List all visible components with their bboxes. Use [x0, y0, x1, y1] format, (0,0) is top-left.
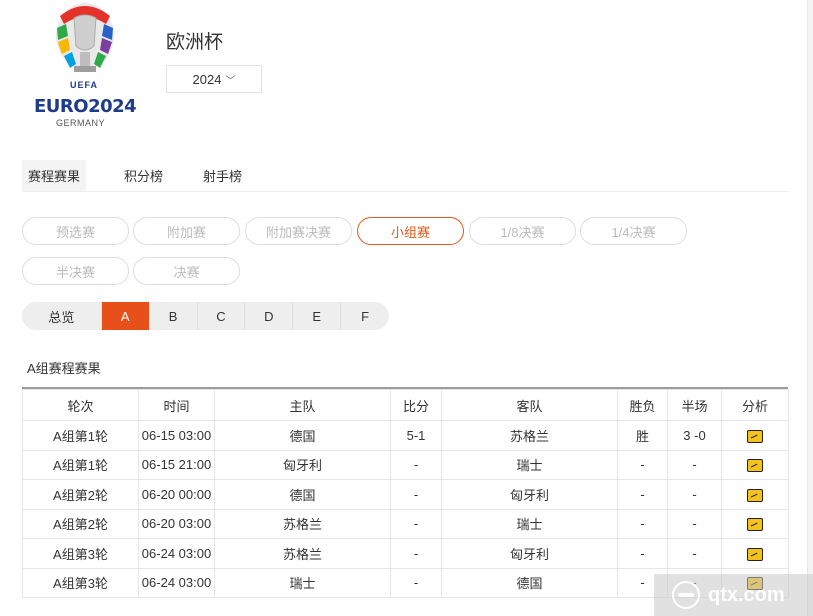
table-row: A组第3轮 06-24 03:00 苏格兰 - 匈牙利 - - [22, 538, 789, 569]
chevron-down-icon: ﹀ [225, 75, 236, 87]
home-team-cell[interactable]: 苏格兰 [214, 508, 391, 539]
section-title: A组赛程赛果 [27, 361, 101, 376]
score-cell: - [390, 479, 442, 510]
home-team-cell[interactable]: 匈牙利 [214, 449, 391, 480]
home-team-cell[interactable]: 苏格兰 [214, 538, 391, 569]
col-half-header: 半场 [667, 389, 722, 421]
round-cell: A组第1轮 [22, 449, 139, 480]
trophy-icon [56, 3, 114, 72]
score-cell: - [390, 538, 442, 569]
analysis-cell [721, 508, 789, 539]
euro-text: EURO2024 [34, 96, 137, 117]
stage-playoff-final-button[interactable]: 附加赛决赛 [245, 217, 352, 245]
table-row: A组第1轮 06-15 21:00 匈牙利 - 瑞士 - - [22, 449, 789, 480]
group-c-tab[interactable]: C [198, 302, 246, 330]
halftime-cell: - [667, 508, 722, 539]
table-header-row: 轮次 时间 主队 比分 客队 胜负 半场 分析 [22, 389, 789, 421]
col-round-header: 轮次 [22, 389, 139, 421]
halftime-cell: 3 -0 [667, 420, 722, 451]
season-value: 2024 [192, 71, 222, 87]
stage-playoffs-button[interactable]: 附加赛 [133, 217, 240, 245]
halftime-cell: - [667, 538, 722, 569]
analysis-cell [721, 420, 789, 451]
away-team-cell[interactable]: 瑞士 [441, 449, 618, 480]
time-cell: 06-24 03:00 [138, 538, 215, 569]
group-f-tab[interactable]: F [341, 302, 389, 330]
group-selector: 总览 A B C D E F [22, 302, 389, 330]
score-cell: - [390, 449, 442, 480]
result-cell: - [617, 508, 668, 539]
result-cell: - [617, 449, 668, 480]
time-cell: 06-20 03:00 [138, 508, 215, 539]
competition-title: 欧洲杯 [166, 32, 224, 53]
result-cell: 胜 [617, 420, 668, 451]
schedule-table: 轮次 时间 主队 比分 客队 胜负 半场 分析 A组第1轮 06-15 03:0… [22, 387, 789, 598]
analysis-chart-icon[interactable] [747, 518, 763, 532]
result-cell: - [617, 538, 668, 569]
analysis-cell [721, 479, 789, 510]
table-row: A组第2轮 06-20 03:00 苏格兰 - 瑞士 - - [22, 508, 789, 539]
col-result-header: 胜负 [617, 389, 668, 421]
analysis-chart-icon[interactable] [747, 488, 763, 502]
round-cell: A组第3轮 [22, 538, 139, 569]
away-team-cell[interactable]: 匈牙利 [441, 538, 618, 569]
col-home-header: 主队 [214, 389, 391, 421]
analysis-cell [721, 449, 789, 480]
group-e-tab[interactable]: E [293, 302, 342, 330]
time-cell: 06-15 21:00 [138, 449, 215, 480]
col-time-header: 时间 [138, 389, 215, 421]
group-b-tab[interactable]: B [150, 302, 198, 330]
time-cell: 06-20 00:00 [138, 479, 215, 510]
stage-group-button[interactable]: 小组赛 [357, 217, 464, 245]
col-analysis-header: 分析 [721, 389, 789, 421]
round-cell: A组第1轮 [22, 420, 139, 451]
tab-schedule-results[interactable]: 赛程赛果 [22, 160, 87, 191]
home-team-cell[interactable]: 德国 [214, 479, 391, 510]
tab-top-scorers[interactable]: 射手榜 [193, 160, 252, 191]
col-score-header: 比分 [390, 389, 442, 421]
result-cell: - [617, 479, 668, 510]
round-cell: A组第2轮 [22, 479, 139, 510]
score-cell: - [390, 567, 442, 598]
stage-round-of-16-button[interactable]: 1/8决赛 [469, 217, 576, 245]
halftime-cell: - [667, 479, 722, 510]
table-row: A组第1轮 06-15 03:00 德国 5-1 苏格兰 胜 3 -0 [22, 420, 789, 451]
germany-text: GERMANY [56, 118, 106, 128]
round-cell: A组第2轮 [22, 508, 139, 539]
watermark-text: qtx.com [708, 583, 785, 606]
group-d-tab[interactable]: D [245, 302, 294, 330]
home-team-cell[interactable]: 瑞士 [214, 567, 391, 598]
stage-quarterfinal-button[interactable]: 1/4决赛 [580, 217, 687, 245]
stage-semifinal-button[interactable]: 半决赛 [22, 257, 129, 285]
tab-standings[interactable]: 积分榜 [114, 160, 173, 191]
analysis-cell [721, 538, 789, 569]
time-cell: 06-15 03:00 [138, 420, 215, 451]
away-team-cell[interactable]: 苏格兰 [441, 420, 618, 451]
round-cell: A组第3轮 [22, 567, 139, 598]
main-tabs: 赛程赛果 积分榜 射手榜 [22, 160, 788, 192]
season-select[interactable]: 2024 ﹀ [166, 65, 262, 93]
score-cell: - [390, 508, 442, 539]
table-row: A组第2轮 06-20 00:00 德国 - 匈牙利 - - [22, 479, 789, 510]
analysis-chart-icon[interactable] [747, 429, 763, 443]
analysis-chart-icon[interactable] [747, 547, 763, 561]
halftime-cell: - [667, 449, 722, 480]
time-cell: 06-24 03:00 [138, 567, 215, 598]
away-team-cell[interactable]: 瑞士 [441, 508, 618, 539]
group-overview-tab[interactable]: 总览 [22, 302, 102, 330]
away-team-cell[interactable]: 德国 [441, 567, 618, 598]
basketball-logo-icon [672, 581, 700, 609]
analysis-chart-icon[interactable] [747, 459, 763, 473]
uefa-text: UEFA [70, 80, 99, 90]
col-away-header: 客队 [441, 389, 618, 421]
watermark: qtx.com [654, 574, 813, 616]
scrollbar[interactable] [807, 0, 813, 616]
stage-final-button[interactable]: 决赛 [133, 257, 240, 285]
stage-qualifiers-button[interactable]: 预选赛 [22, 217, 129, 245]
group-a-tab[interactable]: A [101, 302, 150, 330]
home-team-cell[interactable]: 德国 [214, 420, 391, 451]
score-cell: 5-1 [390, 420, 442, 451]
away-team-cell[interactable]: 匈牙利 [441, 479, 618, 510]
euro2024-logo: UEFA EURO2024 GERMANY [28, 0, 148, 130]
